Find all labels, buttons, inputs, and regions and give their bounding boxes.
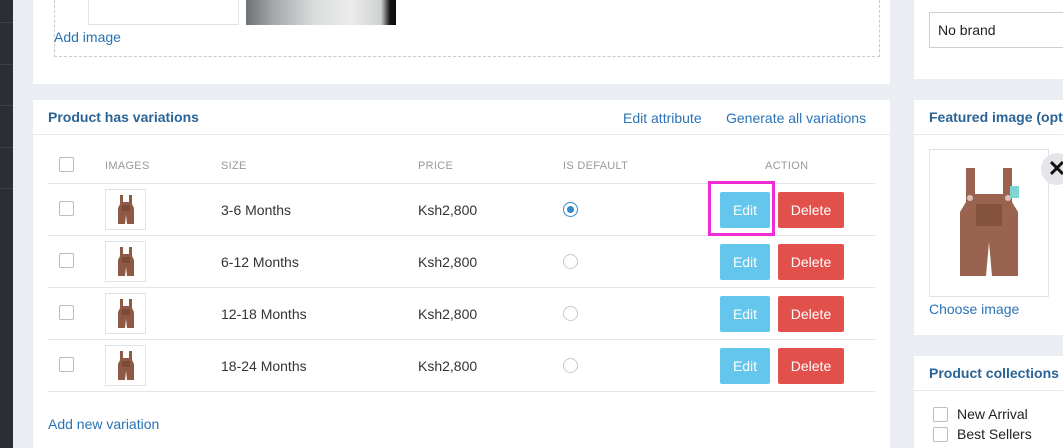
product-collections-panel: Product collections New Arrival Best Sel…	[914, 356, 1063, 448]
delete-variation-button[interactable]: Delete	[778, 348, 844, 384]
column-header-action: ACTION	[765, 160, 809, 172]
delete-variation-button[interactable]: Delete	[778, 296, 844, 332]
collection-checkbox[interactable]	[933, 426, 948, 442]
variation-price: Ksh2,800	[418, 358, 478, 374]
default-radio[interactable]	[563, 306, 578, 321]
divider	[914, 390, 1063, 391]
image-thumbnail[interactable]	[88, 0, 239, 25]
add-new-variation-link[interactable]: Add new variation	[48, 416, 159, 432]
default-radio[interactable]	[563, 254, 578, 269]
variation-size: 6-12 Months	[221, 254, 299, 270]
generate-all-variations-link[interactable]: Generate all variations	[726, 110, 866, 126]
row-checkbox[interactable]	[59, 201, 74, 216]
collection-item[interactable]: Best Sellers	[933, 425, 1032, 443]
table-row: 12-18 Months Ksh2,800 Edit Delete	[48, 288, 875, 340]
featured-image-title: Featured image (optio	[929, 109, 1063, 125]
delete-variation-button[interactable]: Delete	[778, 192, 844, 228]
variations-panel: Product has variations Edit attribute Ge…	[33, 100, 890, 448]
choose-image-link[interactable]: Choose image	[929, 301, 1019, 317]
variation-thumbnail	[105, 293, 146, 334]
edit-variation-button[interactable]: Edit	[720, 244, 770, 280]
variation-price: Ksh2,800	[418, 254, 478, 270]
romper-image-icon	[117, 194, 134, 224]
featured-image-panel: Featured image (optio ✕ Choose image	[914, 100, 1063, 335]
variation-price: Ksh2,800	[418, 306, 478, 322]
romper-image-icon	[117, 350, 134, 380]
divider	[914, 134, 1063, 135]
featured-image-preview	[929, 149, 1049, 297]
variations-table: IMAGES SIZE PRICE IS DEFAULT ACTION 3-6 …	[48, 147, 875, 392]
variation-thumbnail	[105, 345, 146, 386]
table-row: 3-6 Months Ksh2,800 Edit Delete	[48, 181, 875, 236]
collection-checkbox[interactable]	[933, 406, 948, 422]
row-checkbox[interactable]	[59, 305, 74, 320]
row-checkbox[interactable]	[59, 253, 74, 268]
column-header-price: PRICE	[418, 160, 454, 172]
select-all-checkbox[interactable]	[59, 157, 74, 172]
edit-variation-button[interactable]: Edit	[720, 192, 770, 228]
column-header-size: SIZE	[221, 160, 247, 172]
variation-thumbnail	[105, 189, 146, 230]
admin-sidebar-edge	[0, 0, 13, 448]
collection-item[interactable]: New Arrival	[933, 405, 1028, 423]
images-panel	[33, 0, 890, 84]
add-image-link[interactable]: Add image	[54, 29, 121, 45]
variations-title: Product has variations	[48, 109, 199, 125]
default-radio[interactable]	[563, 202, 578, 217]
variation-size: 12-18 Months	[221, 306, 307, 322]
collection-label: Best Sellers	[957, 426, 1032, 442]
romper-image-icon	[960, 168, 1019, 276]
brand-panel: No brand	[914, 0, 1063, 79]
variation-thumbnail	[105, 241, 146, 282]
romper-image-icon	[117, 246, 134, 276]
column-header-images: IMAGES	[105, 160, 150, 172]
variation-size: 18-24 Months	[221, 358, 307, 374]
brand-select[interactable]: No brand	[929, 12, 1063, 48]
table-header: IMAGES SIZE PRICE IS DEFAULT ACTION	[48, 147, 875, 184]
row-checkbox[interactable]	[59, 357, 74, 372]
divider	[33, 134, 890, 135]
table-row: 18-24 Months Ksh2,800 Edit Delete	[48, 340, 875, 392]
default-radio[interactable]	[563, 358, 578, 373]
delete-variation-button[interactable]: Delete	[778, 244, 844, 280]
edit-variation-button[interactable]: Edit	[720, 348, 770, 384]
column-header-is-default: IS DEFAULT	[563, 160, 629, 172]
variation-price: Ksh2,800	[418, 202, 478, 218]
table-row: 6-12 Months Ksh2,800 Edit Delete	[48, 236, 875, 288]
edit-variation-button[interactable]: Edit	[720, 296, 770, 332]
product-collections-title: Product collections	[929, 365, 1059, 381]
romper-image-icon	[117, 298, 134, 328]
collection-label: New Arrival	[957, 406, 1028, 422]
variation-size: 3-6 Months	[221, 202, 292, 218]
edit-attribute-link[interactable]: Edit attribute	[623, 110, 702, 126]
image-thumbnail[interactable]	[246, 0, 396, 25]
